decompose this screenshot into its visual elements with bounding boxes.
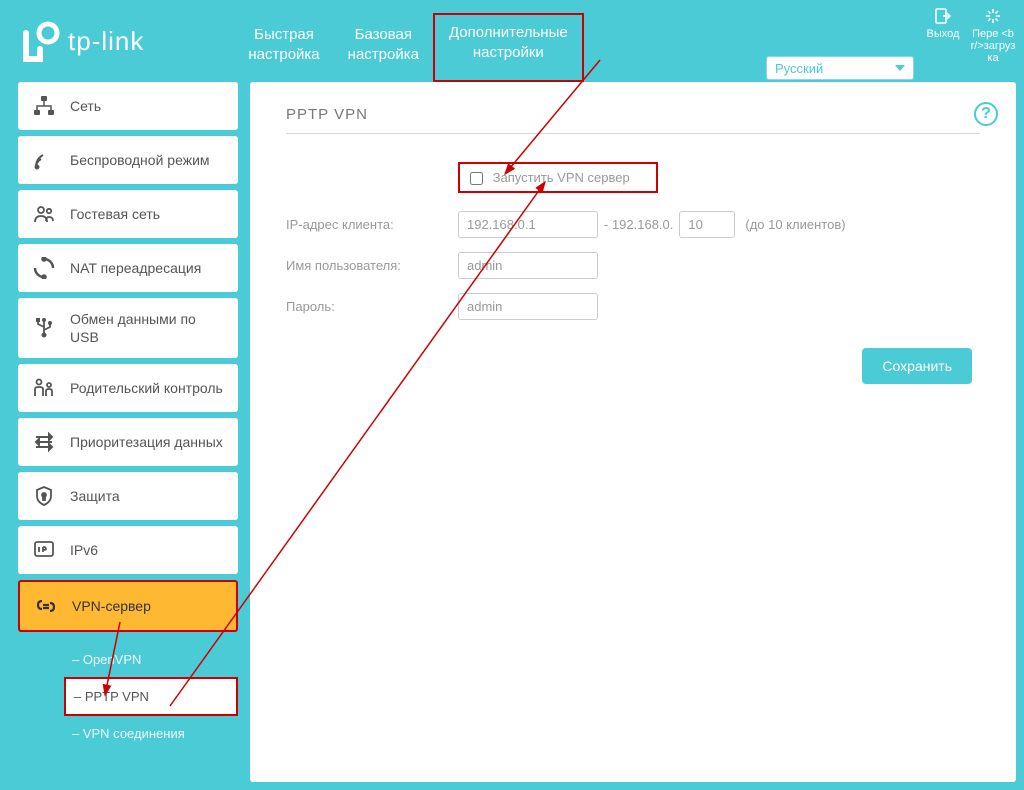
tab-basic[interactable]: Базовая настройка [334, 17, 433, 82]
ip-range-prefix: - 192.168.0. [604, 217, 673, 232]
username-row: Имя пользователя: [286, 252, 980, 279]
sidebar-item-security[interactable]: Защита [18, 472, 238, 520]
password-label: Пароль: [286, 299, 458, 314]
header-buttons: Выход Пере <br/>загрузка [920, 6, 1016, 64]
sidebar-item-wireless[interactable]: Беспроводной режим [18, 136, 238, 184]
sidebar-item-guest[interactable]: Гостевая сеть [18, 190, 238, 238]
reboot-icon [970, 6, 1016, 26]
vpn-icon [34, 594, 58, 618]
content: ? PPTP VPN Запустить VPN сервер IP-адрес… [250, 82, 1016, 782]
sidebar-item-ipv6[interactable]: IPv6 [18, 526, 238, 574]
password-input[interactable] [458, 293, 598, 320]
vpn-submenu: OpenVPN PPTP VPN VPN соединения [18, 638, 238, 755]
network-icon [32, 94, 56, 118]
nat-icon [32, 256, 56, 280]
qos-icon [32, 430, 56, 454]
password-row: Пароль: [286, 293, 980, 320]
username-input[interactable] [458, 252, 598, 279]
header: tp-link Быстрая настройка Базовая настро… [0, 0, 1024, 82]
section-title: PPTP VPN [286, 106, 980, 123]
parental-icon [32, 376, 56, 400]
language-value: Русский [775, 61, 823, 76]
submenu-openvpn[interactable]: OpenVPN [64, 642, 238, 677]
logo-icon [18, 19, 62, 63]
ip-row: IP-адрес клиента: - 192.168.0. (до 10 кл… [286, 211, 980, 238]
divider [286, 133, 980, 134]
shield-icon [32, 484, 56, 508]
language-select[interactable]: Русский [766, 56, 914, 80]
logout-button[interactable]: Выход [920, 6, 966, 64]
help-icon[interactable]: ? [974, 102, 998, 126]
usb-icon [32, 316, 56, 340]
ip-start-input[interactable] [458, 211, 598, 238]
username-label: Имя пользователя: [286, 258, 458, 273]
logout-icon [920, 6, 966, 26]
wireless-icon [32, 148, 56, 172]
sidebar-item-qos[interactable]: Приоритезация данных [18, 418, 238, 466]
enable-vpn-label: Запустить VPN сервер [493, 170, 630, 185]
submenu-pptp[interactable]: PPTP VPN [64, 677, 238, 716]
sidebar-item-parental[interactable]: Родительский контроль [18, 364, 238, 412]
ip-label: IP-адрес клиента: [286, 217, 458, 232]
nav-tabs: Быстрая настройка Базовая настройка Допо… [234, 0, 583, 82]
enable-vpn-row: Запустить VPN сервер [458, 162, 658, 193]
sidebar-item-usb[interactable]: Обмен данными по USB [18, 298, 238, 358]
tab-quick-setup[interactable]: Быстрая настройка [234, 17, 333, 82]
guest-icon [32, 202, 56, 226]
save-button[interactable]: Сохранить [862, 348, 972, 384]
sidebar-item-nat[interactable]: NAT переадресация [18, 244, 238, 292]
tab-advanced[interactable]: Дополнительные настройки [433, 13, 584, 82]
logo: tp-link [18, 19, 144, 63]
logo-text: tp-link [68, 26, 144, 57]
main: Сеть Беспроводной режим Гостевая сеть NA… [0, 82, 1024, 790]
ipv6-icon [32, 538, 56, 562]
sidebar-item-vpn[interactable]: VPN-сервер [18, 580, 238, 632]
ip-hint: (до 10 клиентов) [745, 217, 845, 232]
enable-vpn-checkbox[interactable] [470, 172, 483, 185]
ip-end-input[interactable] [679, 211, 735, 238]
chevron-down-icon [895, 65, 905, 71]
submenu-vpn-connections[interactable]: VPN соединения [64, 716, 238, 751]
reboot-button[interactable]: Пере <br/>загрузка [970, 6, 1016, 64]
sidebar-item-network[interactable]: Сеть [18, 82, 238, 130]
sidebar: Сеть Беспроводной режим Гостевая сеть NA… [0, 82, 250, 790]
